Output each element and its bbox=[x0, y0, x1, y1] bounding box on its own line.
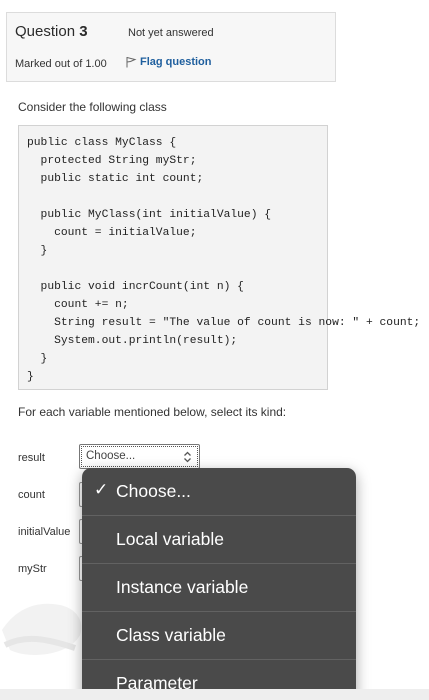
code-block: public class MyClass { protected String … bbox=[18, 125, 420, 390]
dropdown-option-label: Instance variable bbox=[116, 577, 249, 597]
question-marks: Marked out of 1.00 bbox=[15, 58, 107, 70]
variable-label-result: result bbox=[18, 452, 45, 464]
variable-label-initialvalue: initialValue bbox=[18, 526, 71, 538]
select-result[interactable]: Choose... bbox=[79, 444, 200, 469]
flag-icon bbox=[126, 57, 137, 68]
code-line: count += n; bbox=[27, 299, 129, 311]
question-prompt: Consider the following class bbox=[18, 100, 167, 114]
code-line: public MyClass(int initialValue) { bbox=[27, 209, 272, 221]
question-status: Not yet answered bbox=[128, 27, 214, 39]
chevron-updown-icon bbox=[184, 451, 191, 463]
instruction-text: For each variable mentioned below, selec… bbox=[18, 405, 287, 419]
dropdown-option-label: Choose... bbox=[116, 481, 191, 501]
page-footer-bar bbox=[0, 689, 429, 700]
code-line: public static int count; bbox=[27, 173, 204, 185]
variable-label-count: count bbox=[18, 489, 45, 501]
code-line: String result = "The value of count is n… bbox=[27, 317, 421, 329]
dropdown-option-label: Local variable bbox=[116, 529, 224, 549]
variable-label-mystr: myStr bbox=[18, 563, 47, 575]
question-heading: Question 3 bbox=[15, 23, 88, 40]
kind-dropdown-menu: ✓ Choose... Local variable Instance vari… bbox=[82, 468, 356, 700]
dropdown-option-local-variable[interactable]: Local variable bbox=[82, 516, 356, 564]
code-line: System.out.println(result); bbox=[27, 335, 238, 347]
select-result-value: Choose... bbox=[86, 450, 136, 462]
checkmark-icon: ✓ bbox=[94, 480, 109, 499]
dropdown-option-class-variable[interactable]: Class variable bbox=[82, 612, 356, 660]
code-line: } bbox=[27, 245, 48, 257]
code-line: count = initialValue; bbox=[27, 227, 197, 239]
flag-question-label: Flag question bbox=[140, 56, 212, 68]
dropdown-option-choose[interactable]: ✓ Choose... bbox=[82, 468, 356, 516]
code-line: public class MyClass { bbox=[27, 137, 177, 149]
dropdown-option-instance-variable[interactable]: Instance variable bbox=[82, 564, 356, 612]
code-line: } bbox=[27, 371, 34, 383]
code-line: } bbox=[27, 353, 48, 365]
dropdown-option-label: Class variable bbox=[116, 625, 226, 645]
question-label: Question bbox=[15, 23, 76, 40]
question-info-box: Question 3 Not yet answered Marked out o… bbox=[6, 12, 336, 82]
flag-question-link[interactable]: Flag question bbox=[125, 56, 212, 68]
redaction-scribble bbox=[2, 603, 82, 655]
code-line: public void incrCount(int n) { bbox=[27, 281, 244, 293]
code-line: protected String myStr; bbox=[27, 155, 197, 167]
question-number: 3 bbox=[79, 23, 88, 40]
